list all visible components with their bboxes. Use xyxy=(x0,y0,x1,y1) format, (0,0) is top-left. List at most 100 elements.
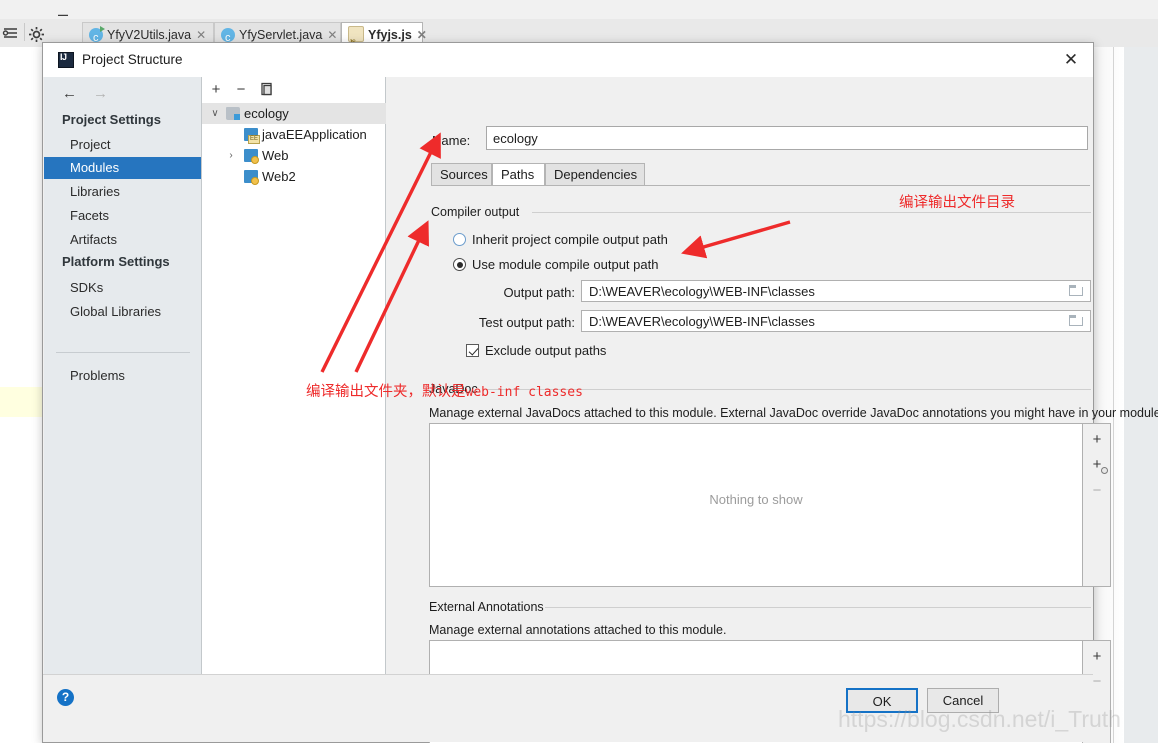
tree-row-label: javaEEApplication xyxy=(262,127,367,142)
java-class-icon xyxy=(221,26,235,51)
javadoc-add-button[interactable]: + xyxy=(1087,430,1107,450)
tab-close-icon[interactable]: ✕ xyxy=(417,28,427,42)
editor-tab-label: Yfyjs.js xyxy=(368,28,412,42)
module-tabstrip: Sources Paths Dependencies xyxy=(431,163,1090,186)
tree-row-label: Web2 xyxy=(262,169,296,184)
radio-module-output-icon[interactable] xyxy=(453,258,466,271)
sidebar-item-libraries[interactable]: Libraries xyxy=(44,181,201,203)
tree-row-label: ecology xyxy=(244,106,289,121)
chevron-down-icon[interactable]: ∨ xyxy=(208,103,222,124)
structure-icon[interactable] xyxy=(2,26,20,42)
dialog-footer: ? OK Cancel xyxy=(43,674,1093,742)
name-label-text: Name: xyxy=(432,133,471,148)
tab-close-icon[interactable]: ✕ xyxy=(327,28,337,42)
exclude-output-paths-label: Exclude output paths xyxy=(485,343,607,358)
settings-sidebar: ← → Project Settings Project Modules Libr… xyxy=(44,77,202,710)
tab-paths[interactable]: Paths xyxy=(492,163,545,186)
javascript-file-icon xyxy=(348,26,364,56)
tree-row-label: Web xyxy=(262,148,289,163)
chevron-right-icon[interactable]: › xyxy=(224,145,238,166)
project-structure-dialog: Project Structure ✕ ←→ Project Settings … xyxy=(42,42,1158,743)
dialog-title: Project Structure xyxy=(82,52,183,67)
radio-module-output-label: Use module compile output path xyxy=(472,257,659,272)
tab-sources[interactable]: Sources xyxy=(431,163,492,186)
sidebar-header-platform-settings: Platform Settings xyxy=(62,254,170,269)
editor-right-fade xyxy=(1090,47,1124,743)
output-path-label: Output path: xyxy=(503,285,575,300)
tab-dependencies[interactable]: Dependencies xyxy=(545,163,645,186)
dialog-titlebar: Project Structure ✕ xyxy=(43,43,1093,77)
javadoc-toolbar: + + − xyxy=(1083,423,1111,587)
module-group-folder-icon xyxy=(226,107,240,120)
minimize-icon[interactable]: – xyxy=(54,0,72,28)
javadoc-group-line xyxy=(487,389,1091,390)
compiler-output-group-label: Compiler output xyxy=(431,205,525,219)
module-tree-panel: + − ∨ ecology javaEEApplication xyxy=(202,77,386,710)
remove-module-button[interactable]: − xyxy=(231,80,251,100)
tab-close-icon[interactable]: ✕ xyxy=(196,28,206,42)
ide-menu-strip xyxy=(0,0,1158,20)
tree-row[interactable]: javaEEApplication xyxy=(202,124,386,145)
sidebar-divider xyxy=(56,352,190,353)
sidebar-item-problems[interactable]: Problems xyxy=(44,365,201,387)
radio-inherit-output-icon[interactable] xyxy=(453,233,466,246)
external-annotations-group-line xyxy=(545,607,1091,608)
sidebar-item-global-libraries[interactable]: Global Libraries xyxy=(44,301,201,323)
folder-browse-icon[interactable] xyxy=(1069,285,1084,297)
tree-row[interactable]: Web2 xyxy=(202,166,386,187)
name-label: Name: xyxy=(432,133,470,148)
sidebar-item-facets[interactable]: Facets xyxy=(44,205,201,227)
ok-button[interactable]: OK xyxy=(846,688,918,713)
tree-row[interactable]: › Web xyxy=(202,145,386,166)
test-output-path-field[interactable]: D:\WEAVER\ecology\WEB-INF\classes xyxy=(581,310,1091,332)
toolbar-separator xyxy=(24,23,25,41)
output-path-value: D:\WEAVER\ecology\WEB-INF\classes xyxy=(589,284,815,299)
javadoc-group-label: JavaDoc xyxy=(429,382,483,396)
editor-tab-label: YfyServlet.java xyxy=(239,28,323,42)
sidebar-item-sdks[interactable]: SDKs xyxy=(44,277,201,299)
tree-toolbar: + − xyxy=(202,77,385,103)
add-module-button[interactable]: + xyxy=(206,80,226,100)
inherit-output-radio-row[interactable]: Inherit project compile output path xyxy=(453,232,668,247)
javadoc-empty-text: Nothing to show xyxy=(709,492,803,507)
javaee-facet-icon xyxy=(244,128,260,144)
external-annotations-group-label: External Annotations xyxy=(429,600,549,614)
folder-browse-icon[interactable] xyxy=(1069,315,1084,327)
sidebar-item-artifacts[interactable]: Artifacts xyxy=(44,229,201,251)
javadoc-remove-button: − xyxy=(1092,482,1102,499)
sidebar-item-project[interactable]: Project xyxy=(44,134,201,156)
editor-tab-label: YfyV2Utils.java xyxy=(107,28,192,42)
test-output-path-label: Test output path: xyxy=(478,315,575,330)
back-arrow-icon[interactable]: ← xyxy=(62,85,77,102)
javadoc-description: Manage external JavaDocs attached to thi… xyxy=(429,406,1158,420)
editor-right-rule xyxy=(1113,47,1114,743)
sidebar-item-modules[interactable]: Modules xyxy=(44,157,201,179)
web-facet-icon xyxy=(244,149,259,164)
module-paths-content: Name: Sources Paths Dependencies Compile… xyxy=(387,77,1158,743)
javadoc-list[interactable]: Nothing to show xyxy=(429,423,1083,587)
intellij-logo-icon xyxy=(58,52,74,68)
java-class-run-icon xyxy=(89,26,105,51)
web-facet-icon xyxy=(244,170,259,185)
module-output-radio-row[interactable]: Use module compile output path xyxy=(453,257,658,272)
cancel-button[interactable]: Cancel xyxy=(927,688,999,713)
close-icon[interactable]: ✕ xyxy=(1049,43,1093,77)
copy-icon[interactable] xyxy=(257,80,277,100)
tabstrip-underline xyxy=(431,185,1090,186)
external-annotations-add-button[interactable]: + xyxy=(1087,647,1107,667)
exclude-output-paths-checkbox[interactable] xyxy=(466,344,479,357)
dialog-body: ← → Project Settings Project Modules Libr… xyxy=(43,77,1158,743)
javadoc-add-url-button[interactable]: + xyxy=(1087,455,1108,475)
module-name-input[interactable] xyxy=(486,126,1088,150)
test-output-path-value: D:\WEAVER\ecology\WEB-INF\classes xyxy=(589,314,815,329)
forward-arrow-icon: → xyxy=(93,85,108,102)
exclude-output-paths-row[interactable]: Exclude output paths xyxy=(466,343,606,358)
radio-inherit-output-label: Inherit project compile output path xyxy=(472,232,668,247)
nav-arrows: ← → xyxy=(62,85,108,102)
editor-line-highlight xyxy=(0,387,42,417)
screen-root: – YfyV2Utils.java ✕ YfyServlet.java ✕ Yfyj… xyxy=(0,0,1158,743)
output-path-field[interactable]: D:\WEAVER\ecology\WEB-INF\classes xyxy=(581,280,1091,302)
help-button[interactable]: ? xyxy=(57,689,74,706)
tree-row[interactable]: ∨ ecology xyxy=(202,103,386,124)
gear-icon[interactable] xyxy=(28,26,45,43)
